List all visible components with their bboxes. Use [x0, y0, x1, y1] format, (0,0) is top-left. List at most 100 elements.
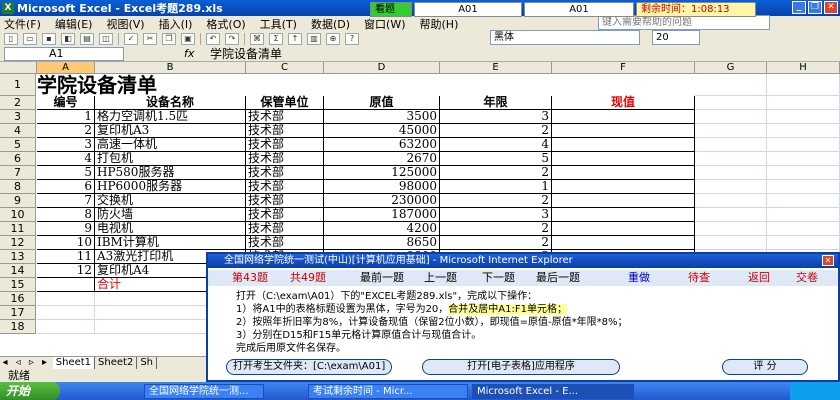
table-cell[interactable]: 保管单位 — [246, 96, 324, 110]
menu-format[interactable]: 格式(O) — [206, 16, 245, 32]
table-cell[interactable]: 3 — [440, 208, 552, 222]
table-cell[interactable]: 2 — [440, 166, 552, 180]
table-cell[interactable] — [695, 74, 767, 96]
close-button[interactable]: ✕ — [824, 1, 838, 14]
table-cell[interactable] — [695, 138, 767, 152]
table-cell[interactable]: 5 — [37, 166, 95, 180]
table-cell[interactable] — [37, 306, 95, 320]
table-cell[interactable]: 9 — [37, 222, 95, 236]
row-header[interactable]: 2 — [0, 96, 36, 110]
table-cell[interactable] — [552, 194, 695, 208]
row-header[interactable]: 9 — [0, 194, 36, 208]
menu-data[interactable]: 数据(D) — [311, 16, 350, 32]
last-question-button[interactable]: 最后一题 — [536, 270, 580, 286]
table-cell[interactable]: 交换机 — [95, 194, 246, 208]
next-question-button[interactable]: 下一题 — [482, 270, 515, 286]
table-cell[interactable] — [695, 180, 767, 194]
table-cell[interactable]: 5 — [440, 152, 552, 166]
table-cell[interactable]: 1 — [440, 180, 552, 194]
table-cell[interactable]: 45000 — [324, 124, 440, 138]
table-cell[interactable]: 4 — [440, 138, 552, 152]
table-cell[interactable] — [767, 124, 840, 138]
table-cell[interactable]: 防火墙 — [95, 208, 246, 222]
hyperlink-icon[interactable]: ⌘ — [250, 33, 264, 45]
table-cell[interactable]: 设备名称 — [95, 96, 246, 110]
table-cell[interactable]: 8650 — [324, 236, 440, 250]
table-cell[interactable]: 技术部 — [246, 236, 324, 250]
name-box[interactable]: A1 — [4, 47, 124, 61]
save-icon[interactable]: ▪ — [42, 33, 56, 45]
task-exam-timer[interactable]: 考试剩余时间 - Micr... — [308, 383, 468, 399]
table-cell[interactable] — [695, 124, 767, 138]
table-cell[interactable]: 高速一体机 — [95, 138, 246, 152]
open-app-button[interactable]: 打开[电子表格]应用程序 — [422, 359, 620, 375]
table-cell[interactable]: 1 — [37, 110, 95, 124]
table-cell[interactable] — [552, 180, 695, 194]
permission-icon[interactable]: ◧ — [61, 33, 75, 45]
table-cell[interactable]: 技术部 — [246, 110, 324, 124]
chart-wizard-icon[interactable]: ▥ — [307, 33, 321, 45]
table-cell[interactable]: 187000 — [324, 208, 440, 222]
redo-icon[interactable]: ↷ — [225, 33, 239, 45]
undo-icon[interactable]: ↶ — [206, 33, 220, 45]
table-cell[interactable]: 年限 — [440, 96, 552, 110]
row-header[interactable]: 8 — [0, 180, 36, 194]
table-cell[interactable]: 125000 — [324, 166, 440, 180]
restore-button[interactable]: ❐ — [808, 1, 822, 14]
table-cell[interactable]: 电视机 — [95, 222, 246, 236]
row-header[interactable]: 12 — [0, 236, 36, 250]
minimize-button[interactable]: _ — [792, 1, 806, 14]
column-header-d[interactable]: D — [324, 62, 440, 74]
table-cell[interactable] — [37, 278, 95, 292]
table-cell[interactable]: 3 — [37, 138, 95, 152]
table-cell[interactable] — [767, 166, 840, 180]
autosum-icon[interactable]: Σ — [269, 33, 283, 45]
column-header-h[interactable]: H — [767, 62, 840, 74]
table-cell[interactable] — [695, 222, 767, 236]
table-cell[interactable]: 技术部 — [246, 152, 324, 166]
table-cell[interactable] — [37, 292, 95, 306]
table-cell[interactable] — [37, 320, 95, 334]
close-icon[interactable]: ✕ — [822, 255, 834, 266]
table-cell[interactable]: 3500 — [324, 110, 440, 124]
table-cell[interactable]: 技术部 — [246, 208, 324, 222]
table-cell[interactable]: 打包机 — [95, 152, 246, 166]
score-button[interactable]: 评 分 — [722, 359, 808, 375]
table-cell[interactable] — [552, 138, 695, 152]
table-cell[interactable]: 8 — [37, 208, 95, 222]
table-cell[interactable]: 技术部 — [246, 124, 324, 138]
task-excel[interactable]: Microsoft Excel - E... — [472, 383, 634, 399]
formula-input[interactable]: 学院设备清单 — [210, 47, 282, 61]
table-cell[interactable] — [695, 236, 767, 250]
table-cell[interactable] — [552, 152, 695, 166]
spelling-icon[interactable]: ✓ — [124, 33, 138, 45]
last-sheet-icon[interactable]: ▸ — [40, 357, 50, 369]
select-all-corner[interactable] — [0, 62, 37, 74]
table-cell[interactable]: HP580服务器 — [95, 166, 246, 180]
menu-window[interactable]: 窗口(W) — [364, 16, 405, 32]
table-cell[interactable] — [552, 110, 695, 124]
start-button[interactable]: 开始 — [0, 382, 60, 400]
table-cell[interactable]: 复印机A3 — [95, 124, 246, 138]
table-cell[interactable] — [767, 138, 840, 152]
first-question-button[interactable]: 最前一题 — [360, 270, 404, 286]
table-cell[interactable] — [695, 152, 767, 166]
table-cell[interactable]: 11 — [37, 250, 95, 264]
table-cell[interactable]: 格力空调机1.5匹 — [95, 110, 246, 124]
row-header[interactable]: 11 — [0, 222, 36, 236]
table-cell[interactable]: 技术部 — [246, 222, 324, 236]
table-cell[interactable] — [695, 194, 767, 208]
open-folder-icon[interactable]: ▭ — [23, 33, 37, 45]
submit-exam-button[interactable]: 交卷 — [796, 270, 818, 286]
table-cell[interactable] — [552, 208, 695, 222]
table-cell[interactable] — [767, 208, 840, 222]
new-file-icon[interactable]: ▯ — [4, 33, 18, 45]
zoom-icon[interactable]: ⊕ — [326, 33, 340, 45]
table-cell[interactable] — [767, 74, 840, 96]
print-icon[interactable]: ▤ — [80, 33, 94, 45]
row-header[interactable]: 1 — [0, 74, 36, 96]
column-header-g[interactable]: G — [695, 62, 767, 74]
row-header[interactable]: 5 — [0, 138, 36, 152]
table-cell[interactable]: 技术部 — [246, 138, 324, 152]
table-cell[interactable]: 技术部 — [246, 180, 324, 194]
